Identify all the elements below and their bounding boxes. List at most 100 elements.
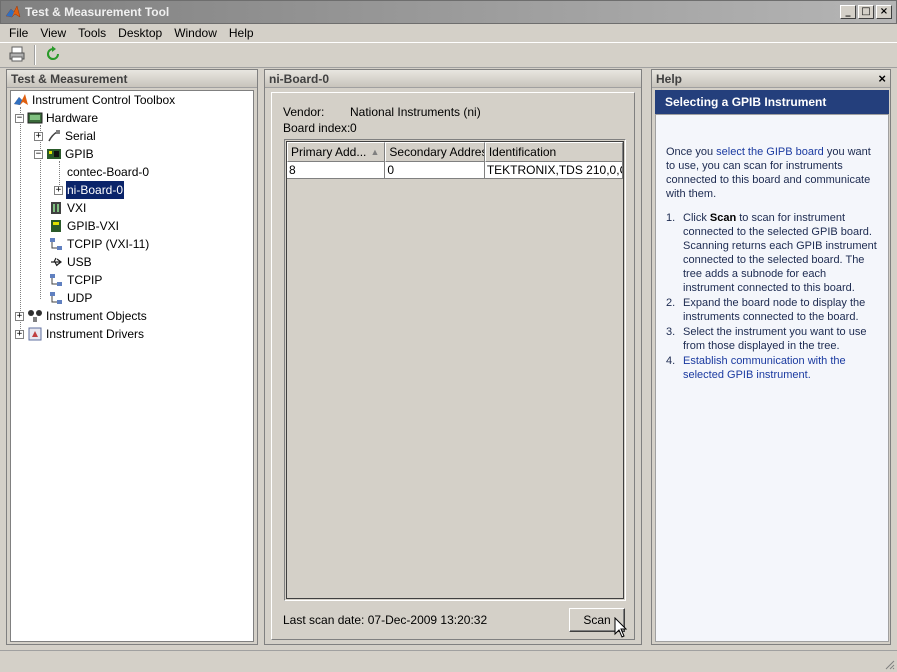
instrument-tree: Instrument Control Toolbox − Hardware + …: [10, 90, 254, 642]
tree-label: GPIB-VXI: [67, 219, 120, 233]
tree-label: UDP: [67, 291, 93, 305]
gpib-card-icon: [46, 146, 62, 162]
help-body: Once you select the GIPB board you want …: [655, 114, 889, 642]
network-icon: [48, 290, 64, 306]
tree-item-serial[interactable]: + Serial: [34, 127, 96, 145]
help-step: 4. Establish communication with the sele…: [666, 354, 878, 382]
window-controls: _ □ ×: [840, 5, 892, 19]
matlab-logo-icon: [13, 92, 29, 108]
col-header-primary-address[interactable]: Primary Add... ▲: [287, 142, 386, 162]
cell-secondary-address: 0: [385, 162, 485, 179]
table-header: Primary Add... ▲ Secondary Address Ident…: [287, 142, 623, 162]
tree-item-usb[interactable]: USB: [48, 253, 92, 271]
tree-item-ni-board[interactable]: + ni-Board-0: [54, 181, 125, 199]
expand-icon[interactable]: +: [34, 131, 43, 141]
collapse-icon[interactable]: −: [34, 149, 43, 159]
col-header-secondary-address[interactable]: Secondary Address: [385, 142, 485, 162]
vendor-value: National Instruments (ni): [350, 105, 481, 119]
table-row[interactable]: 8 0 TEKTRONIX,TDS 210,0,C...: [287, 162, 623, 179]
mouse-cursor-icon: [614, 616, 628, 639]
vendor-label: Vendor:: [283, 105, 325, 119]
tree-item-gpib[interactable]: − GPIB: [34, 145, 94, 163]
menu-window[interactable]: Window: [168, 24, 223, 42]
tree-label: USB: [67, 255, 92, 269]
printer-icon: [8, 45, 26, 66]
help-step: 1. Click Scan to scan for instrument con…: [666, 212, 877, 294]
help-heading: Selecting a GPIB Instrument: [655, 90, 889, 114]
gpib-vxi-icon: [48, 218, 64, 234]
toolbar: [0, 42, 897, 68]
instrument-objects-icon: [27, 308, 43, 324]
status-bar: [0, 650, 897, 672]
help-step: 3. Select the instrument you want to use…: [666, 326, 867, 352]
left-panel-header: Test & Measurement: [7, 70, 257, 88]
expand-icon[interactable]: +: [15, 329, 24, 339]
tree-label: Instrument Control Toolbox: [32, 93, 176, 107]
network-icon: [48, 272, 64, 288]
help-link-establish-communication[interactable]: Establish communication with the selecte…: [683, 354, 878, 382]
menu-bar: File View Tools Desktop Window Help: [0, 24, 897, 42]
menu-tools[interactable]: Tools: [72, 24, 112, 42]
tree-item-tcpip-vxi[interactable]: TCPIP (VXI-11): [48, 235, 149, 253]
tree-item-tcpip[interactable]: TCPIP: [48, 271, 102, 289]
tree-label: TCPIP (VXI-11): [67, 237, 150, 251]
help-step: 2. Expand the board node to display the …: [666, 297, 866, 323]
instrument-drivers-icon: [27, 326, 43, 342]
test-measurement-panel: Test & Measurement Instrument Control To…: [6, 69, 258, 645]
board-index-label: Board index:: [283, 121, 351, 135]
tree-label: Instrument Drivers: [46, 327, 145, 341]
menu-help[interactable]: Help: [223, 24, 260, 42]
collapse-icon[interactable]: −: [15, 113, 24, 123]
toolbar-separator: [34, 45, 36, 65]
tree-label: Instrument Objects: [46, 309, 147, 323]
minimize-button[interactable]: _: [840, 5, 856, 19]
tree-item-root[interactable]: Instrument Control Toolbox: [13, 91, 175, 109]
last-scan-date: Last scan date: 07-Dec-2009 13:20:32: [283, 613, 488, 627]
col-header-identification[interactable]: Identification: [484, 142, 623, 162]
help-link-select-board[interactable]: select the GIPB board: [716, 146, 824, 158]
instrument-table: Primary Add... ▲ Secondary Address Ident…: [284, 139, 626, 601]
vxi-chassis-icon: [48, 200, 64, 216]
help-panel-title: Help: [656, 72, 683, 86]
tree-item-instrument-drivers[interactable]: + Instrument Drivers: [15, 325, 144, 343]
tree-label: Serial: [65, 129, 96, 143]
close-button[interactable]: ×: [876, 5, 892, 19]
menu-view[interactable]: View: [34, 24, 72, 42]
tree-item-hardware[interactable]: − Hardware: [15, 109, 98, 127]
table-body: Primary Add... ▲ Secondary Address Ident…: [286, 141, 624, 599]
maximize-button[interactable]: □: [858, 5, 874, 19]
tree-label: TCPIP: [67, 273, 103, 287]
resize-grip-icon[interactable]: [883, 658, 895, 670]
refresh-button[interactable]: [42, 44, 64, 66]
matlab-logo-icon: [5, 4, 21, 20]
refresh-icon: [44, 45, 62, 66]
expand-icon[interactable]: +: [15, 311, 24, 321]
hardware-icon: [27, 110, 43, 126]
help-intro: Once you select the GIPB board you want …: [666, 146, 871, 200]
menu-file[interactable]: File: [3, 24, 34, 42]
window-title: Test & Measurement Tool: [25, 5, 170, 19]
close-icon[interactable]: ×: [878, 70, 886, 88]
sort-ascending-icon: ▲: [370, 147, 380, 157]
help-panel: Help × Selecting a GPIB Instrument Once …: [651, 69, 891, 645]
tree-item-vxi[interactable]: VXI: [48, 199, 86, 217]
tree-item-gpib-vxi[interactable]: GPIB-VXI: [48, 217, 119, 235]
tree-item-udp[interactable]: UDP: [48, 289, 92, 307]
help-steps: 1. Click Scan to scan for instrument con…: [666, 211, 878, 382]
cell-primary-address: 8: [287, 162, 386, 179]
menu-desktop[interactable]: Desktop: [112, 24, 168, 42]
tree-label: Hardware: [46, 111, 99, 125]
board-index-value: 0: [350, 121, 357, 135]
cell-identification: TEKTRONIX,TDS 210,0,C...: [484, 162, 623, 179]
usb-icon: [48, 254, 64, 270]
expand-icon[interactable]: +: [54, 185, 63, 195]
help-panel-header: Help ×: [652, 70, 890, 88]
network-icon: [48, 236, 64, 252]
tree-item-instrument-objects[interactable]: + Instrument Objects: [15, 307, 147, 325]
tree-item-contec-board[interactable]: contec-Board-0: [67, 163, 149, 181]
serial-cable-icon: [46, 128, 62, 144]
title-bar: Test & Measurement Tool _ □ ×: [0, 0, 897, 24]
print-button[interactable]: [6, 44, 28, 66]
tree-label: VXI: [67, 201, 87, 215]
mid-panel-header: ni-Board-0: [265, 70, 641, 88]
